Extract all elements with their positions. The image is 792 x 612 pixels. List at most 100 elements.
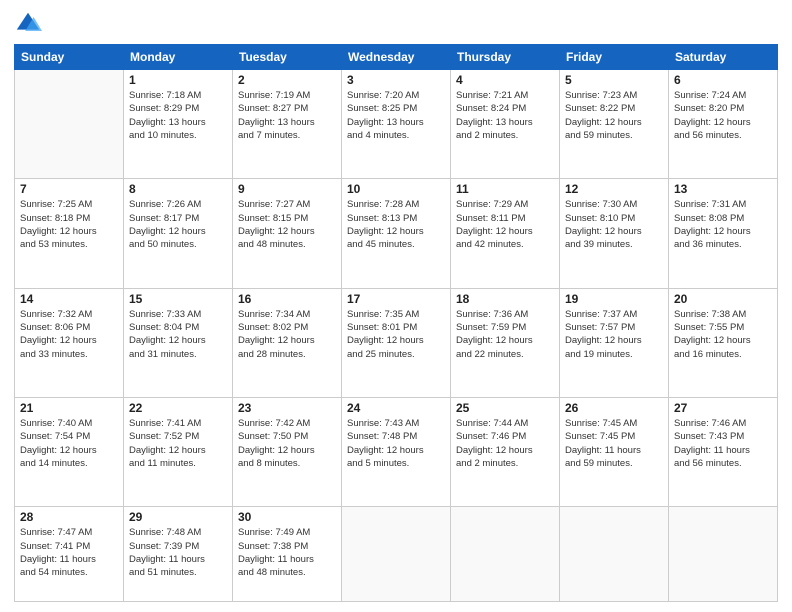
day-number: 28 xyxy=(20,510,118,524)
table-row: 8 Sunrise: 7:26 AM Sunset: 8:17 PM Daylig… xyxy=(124,179,233,288)
table-row: 1Sunrise: 7:18 AM Sunset: 8:29 PM Daylig… xyxy=(124,70,233,179)
day-info: Sunrise: 7:28 AM Sunset: 8:13 PM Dayligh… xyxy=(347,198,445,251)
day-info: Sunrise: 7:49 AM Sunset: 7:38 PM Dayligh… xyxy=(238,526,336,579)
day-number: 10 xyxy=(347,182,445,196)
day-info: Sunrise: 7:36 AM Sunset: 7:59 PM Dayligh… xyxy=(456,308,554,361)
day-info: Sunrise: 7:30 AM Sunset: 8:10 PM Dayligh… xyxy=(565,198,663,251)
day-info: Sunrise: 7:34 AM Sunset: 8:02 PM Dayligh… xyxy=(238,308,336,361)
table-row: 29 Sunrise: 7:48 AM Sunset: 7:39 PM Dayli… xyxy=(124,507,233,602)
day-number: 14 xyxy=(20,292,118,306)
table-row: 17 Sunrise: 7:35 AM Sunset: 8:01 PM Dayli… xyxy=(342,288,451,397)
day-info: Sunrise: 7:24 AM Sunset: 8:20 PM Dayligh… xyxy=(674,89,772,142)
day-info: Sunrise: 7:35 AM Sunset: 8:01 PM Dayligh… xyxy=(347,308,445,361)
day-info: Sunrise: 7:21 AM Sunset: 8:24 PM Dayligh… xyxy=(456,89,554,142)
day-number: 13 xyxy=(674,182,772,196)
day-number: 19 xyxy=(565,292,663,306)
logo-icon xyxy=(14,10,42,38)
day-info: Sunrise: 7:25 AM Sunset: 8:18 PM Dayligh… xyxy=(20,198,118,251)
day-info: Sunrise: 7:44 AM Sunset: 7:46 PM Dayligh… xyxy=(456,417,554,470)
day-info: Sunrise: 7:43 AM Sunset: 7:48 PM Dayligh… xyxy=(347,417,445,470)
day-number: 29 xyxy=(129,510,227,524)
day-number: 24 xyxy=(347,401,445,415)
day-info: Sunrise: 7:27 AM Sunset: 8:15 PM Dayligh… xyxy=(238,198,336,251)
day-number: 18 xyxy=(456,292,554,306)
day-number: 12 xyxy=(565,182,663,196)
table-row xyxy=(560,507,669,602)
table-row: 13 Sunrise: 7:31 AM Sunset: 8:08 PM Dayli… xyxy=(669,179,778,288)
table-row: 11 Sunrise: 7:29 AM Sunset: 8:11 PM Dayli… xyxy=(451,179,560,288)
day-info: Sunrise: 7:47 AM Sunset: 7:41 PM Dayligh… xyxy=(20,526,118,579)
table-row: 9 Sunrise: 7:27 AM Sunset: 8:15 PM Daylig… xyxy=(233,179,342,288)
calendar-table: Sunday Monday Tuesday Wednesday Thursday… xyxy=(14,44,778,602)
table-row: 15 Sunrise: 7:33 AM Sunset: 8:04 PM Dayli… xyxy=(124,288,233,397)
table-row: 16Sunrise: 7:34 AM Sunset: 8:02 PM Dayli… xyxy=(233,288,342,397)
table-row: 3 Sunrise: 7:20 AM Sunset: 8:25 PM Daylig… xyxy=(342,70,451,179)
table-row: 27 Sunrise: 7:46 AM Sunset: 7:43 PM Dayli… xyxy=(669,397,778,506)
table-row: 22Sunrise: 7:41 AM Sunset: 7:52 PM Dayli… xyxy=(124,397,233,506)
day-number: 4 xyxy=(456,73,554,87)
calendar-header-row: Sunday Monday Tuesday Wednesday Thursday… xyxy=(15,45,778,70)
col-saturday: Saturday xyxy=(669,45,778,70)
day-info: Sunrise: 7:42 AM Sunset: 7:50 PM Dayligh… xyxy=(238,417,336,470)
day-number: 6 xyxy=(674,73,772,87)
day-number: 7 xyxy=(20,182,118,196)
day-info: Sunrise: 7:48 AM Sunset: 7:39 PM Dayligh… xyxy=(129,526,227,579)
table-row: 25 Sunrise: 7:44 AM Sunset: 7:46 PM Dayli… xyxy=(451,397,560,506)
day-info: Sunrise: 7:41 AM Sunset: 7:52 PM Dayligh… xyxy=(129,417,227,470)
day-info: Sunrise: 7:37 AM Sunset: 7:57 PM Dayligh… xyxy=(565,308,663,361)
day-number: 17 xyxy=(347,292,445,306)
day-info: Sunrise: 7:40 AM Sunset: 7:54 PM Dayligh… xyxy=(20,417,118,470)
table-row xyxy=(451,507,560,602)
day-info: Sunrise: 7:46 AM Sunset: 7:43 PM Dayligh… xyxy=(674,417,772,470)
page-header xyxy=(14,10,778,38)
col-monday: Monday xyxy=(124,45,233,70)
day-info: Sunrise: 7:23 AM Sunset: 8:22 PM Dayligh… xyxy=(565,89,663,142)
day-number: 26 xyxy=(565,401,663,415)
table-row: 2 Sunrise: 7:19 AM Sunset: 8:27 PM Daylig… xyxy=(233,70,342,179)
day-number: 2 xyxy=(238,73,336,87)
col-sunday: Sunday xyxy=(15,45,124,70)
day-info: Sunrise: 7:29 AM Sunset: 8:11 PM Dayligh… xyxy=(456,198,554,251)
table-row: 21 Sunrise: 7:40 AM Sunset: 7:54 PM Dayli… xyxy=(15,397,124,506)
table-row: 19 Sunrise: 7:37 AM Sunset: 7:57 PM Dayli… xyxy=(560,288,669,397)
day-number: 3 xyxy=(347,73,445,87)
table-row: 4 Sunrise: 7:21 AM Sunset: 8:24 PM Daylig… xyxy=(451,70,560,179)
table-row xyxy=(669,507,778,602)
col-friday: Friday xyxy=(560,45,669,70)
day-number: 5 xyxy=(565,73,663,87)
day-info: Sunrise: 7:45 AM Sunset: 7:45 PM Dayligh… xyxy=(565,417,663,470)
logo xyxy=(14,10,46,38)
col-thursday: Thursday xyxy=(451,45,560,70)
day-number: 25 xyxy=(456,401,554,415)
table-row: 23 Sunrise: 7:42 AM Sunset: 7:50 PM Dayli… xyxy=(233,397,342,506)
table-row: 12 Sunrise: 7:30 AM Sunset: 8:10 PM Dayli… xyxy=(560,179,669,288)
day-info: Sunrise: 7:26 AM Sunset: 8:17 PM Dayligh… xyxy=(129,198,227,251)
day-number: 9 xyxy=(238,182,336,196)
day-info: Sunrise: 7:18 AM Sunset: 8:29 PM Dayligh… xyxy=(129,89,227,142)
day-number: 23 xyxy=(238,401,336,415)
table-row xyxy=(342,507,451,602)
table-row xyxy=(15,70,124,179)
table-row: 7 Sunrise: 7:25 AM Sunset: 8:18 PM Daylig… xyxy=(15,179,124,288)
day-number: 8 xyxy=(129,182,227,196)
day-number: 15 xyxy=(129,292,227,306)
day-info: Sunrise: 7:31 AM Sunset: 8:08 PM Dayligh… xyxy=(674,198,772,251)
table-row: 14 Sunrise: 7:32 AM Sunset: 8:06 PM Dayli… xyxy=(15,288,124,397)
day-number: 21 xyxy=(20,401,118,415)
table-row: 30 Sunrise: 7:49 AM Sunset: 7:38 PM Dayli… xyxy=(233,507,342,602)
table-row: 6 Sunrise: 7:24 AM Sunset: 8:20 PM Daylig… xyxy=(669,70,778,179)
table-row: 28 Sunrise: 7:47 AM Sunset: 7:41 PM Dayli… xyxy=(15,507,124,602)
day-number: 30 xyxy=(238,510,336,524)
day-number: 27 xyxy=(674,401,772,415)
day-number: 20 xyxy=(674,292,772,306)
day-info: Sunrise: 7:33 AM Sunset: 8:04 PM Dayligh… xyxy=(129,308,227,361)
table-row: 10 Sunrise: 7:28 AM Sunset: 8:13 PM Dayli… xyxy=(342,179,451,288)
day-info: Sunrise: 7:32 AM Sunset: 8:06 PM Dayligh… xyxy=(20,308,118,361)
table-row: 20 Sunrise: 7:38 AM Sunset: 7:55 PM Dayli… xyxy=(669,288,778,397)
day-info: Sunrise: 7:38 AM Sunset: 7:55 PM Dayligh… xyxy=(674,308,772,361)
day-number: 11 xyxy=(456,182,554,196)
table-row: 5 Sunrise: 7:23 AM Sunset: 8:22 PM Daylig… xyxy=(560,70,669,179)
day-info: Sunrise: 7:19 AM Sunset: 8:27 PM Dayligh… xyxy=(238,89,336,142)
day-info: Sunrise: 7:20 AM Sunset: 8:25 PM Dayligh… xyxy=(347,89,445,142)
table-row: 26 Sunrise: 7:45 AM Sunset: 7:45 PM Dayli… xyxy=(560,397,669,506)
